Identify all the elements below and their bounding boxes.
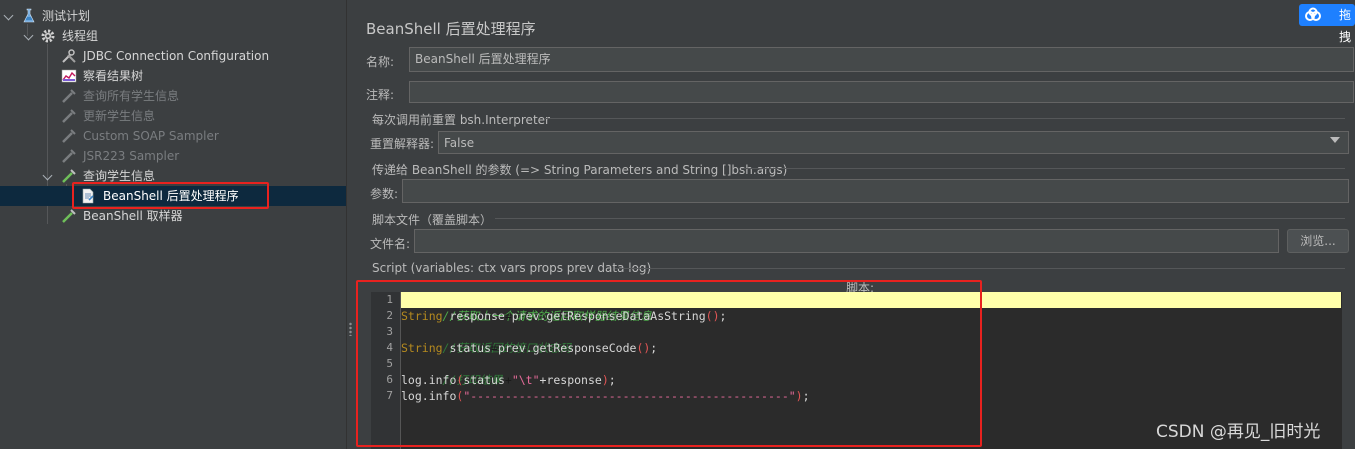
tree-item-label: 测试计划 — [42, 9, 91, 23]
script-file-group-title: 脚本文件（覆盖脚本） — [372, 213, 493, 227]
splitter-grip-icon[interactable] — [349, 322, 352, 336]
tree-item-jdbc-config[interactable]: JDBC Connection Configuration — [0, 46, 346, 66]
sampler-pipette-icon — [62, 209, 76, 223]
group-divider — [741, 168, 1345, 169]
filename-label: 文件名: — [370, 237, 411, 251]
comment-label: 注释: — [366, 88, 395, 102]
page-title: BeanShell 后置处理程序 — [366, 20, 536, 38]
tree-item-label: JDBC Connection Configuration — [83, 49, 270, 63]
params-label: 参数: — [370, 187, 399, 201]
selection-highlight-box — [72, 182, 269, 209]
name-field[interactable]: BeanShell 后置处理程序 — [409, 47, 1354, 72]
group-divider — [615, 268, 1345, 269]
tree-item-test-plan[interactable]: 测试计划 — [0, 6, 346, 26]
params-field[interactable] — [402, 179, 1349, 203]
chevron-down-icon[interactable] — [1330, 137, 1340, 143]
tree-item-query-all-students[interactable]: 查询所有学生信息 — [0, 86, 346, 106]
cloud-button-label: 拖拽 — [1339, 8, 1352, 44]
comment-field[interactable] — [409, 81, 1354, 103]
tree-item-custom-soap-sampler[interactable]: Custom SOAP Sampler — [0, 126, 346, 146]
params-group-title: 传递给 BeanShell 的参数 (=> String Parameters … — [372, 163, 788, 177]
tree-item-thread-group[interactable]: 线程组 — [0, 26, 346, 46]
reset-interpreter-select[interactable]: False — [438, 131, 1349, 154]
sampler-pipette-icon — [62, 89, 76, 103]
reset-interpreter-group-title: 每次调用前重置 bsh.Interpreter — [372, 113, 550, 127]
tree-item-update-student[interactable]: 更新学生信息 — [0, 106, 346, 126]
tree-item-jsr223-sampler[interactable]: JSR223 Sampler — [0, 146, 346, 166]
group-divider — [545, 118, 1345, 119]
cloud-icon — [1305, 7, 1321, 21]
tree-item-label: 线程组 — [62, 29, 99, 43]
tree-item-label: 更新学生信息 — [83, 109, 156, 123]
tree-item-label: 查询所有学生信息 — [83, 89, 180, 103]
script-group-title: Script (variables: ctx vars props prev d… — [372, 261, 652, 275]
sampler-pipette-icon — [62, 109, 76, 123]
config-wrench-icon — [62, 49, 76, 63]
filename-field[interactable] — [414, 229, 1279, 253]
tree-item-label: BeanShell 取样器 — [83, 209, 183, 223]
chevron-down-icon[interactable] — [42, 170, 53, 181]
chevron-down-icon[interactable] — [3, 10, 14, 21]
group-divider — [495, 218, 1345, 219]
script-highlight-box — [356, 280, 982, 447]
tree-item-label: Custom SOAP Sampler — [83, 129, 219, 143]
chevron-down-icon[interactable] — [23, 30, 34, 41]
browse-button[interactable]: 浏览... — [1287, 229, 1349, 253]
panel-splitter[interactable] — [346, 0, 354, 449]
tree-item-label: 察看结果树 — [83, 69, 144, 83]
tree-item-beanshell-sampler[interactable]: BeanShell 取样器 — [0, 206, 346, 226]
sampler-pipette-icon — [62, 129, 76, 143]
name-label: 名称: — [366, 55, 395, 69]
watermark: CSDN @再见_旧时光 — [1156, 422, 1321, 442]
test-plan-flask-icon — [23, 8, 35, 23]
reset-interpreter-label: 重置解释器: — [370, 137, 435, 151]
tree-item-results-tree[interactable]: 察看结果树 — [0, 66, 346, 86]
cloud-drag-button[interactable]: 拖拽 — [1299, 4, 1355, 44]
reset-interpreter-value: False — [444, 136, 475, 150]
test-plan-tree: 测试计划 线程组 JDBC Connection Configuration 察… — [0, 0, 346, 449]
results-tree-chart-icon — [61, 69, 77, 83]
sampler-pipette-icon — [62, 149, 76, 163]
tree-item-label: JSR223 Sampler — [83, 149, 180, 163]
thread-group-gear-icon — [41, 29, 55, 43]
